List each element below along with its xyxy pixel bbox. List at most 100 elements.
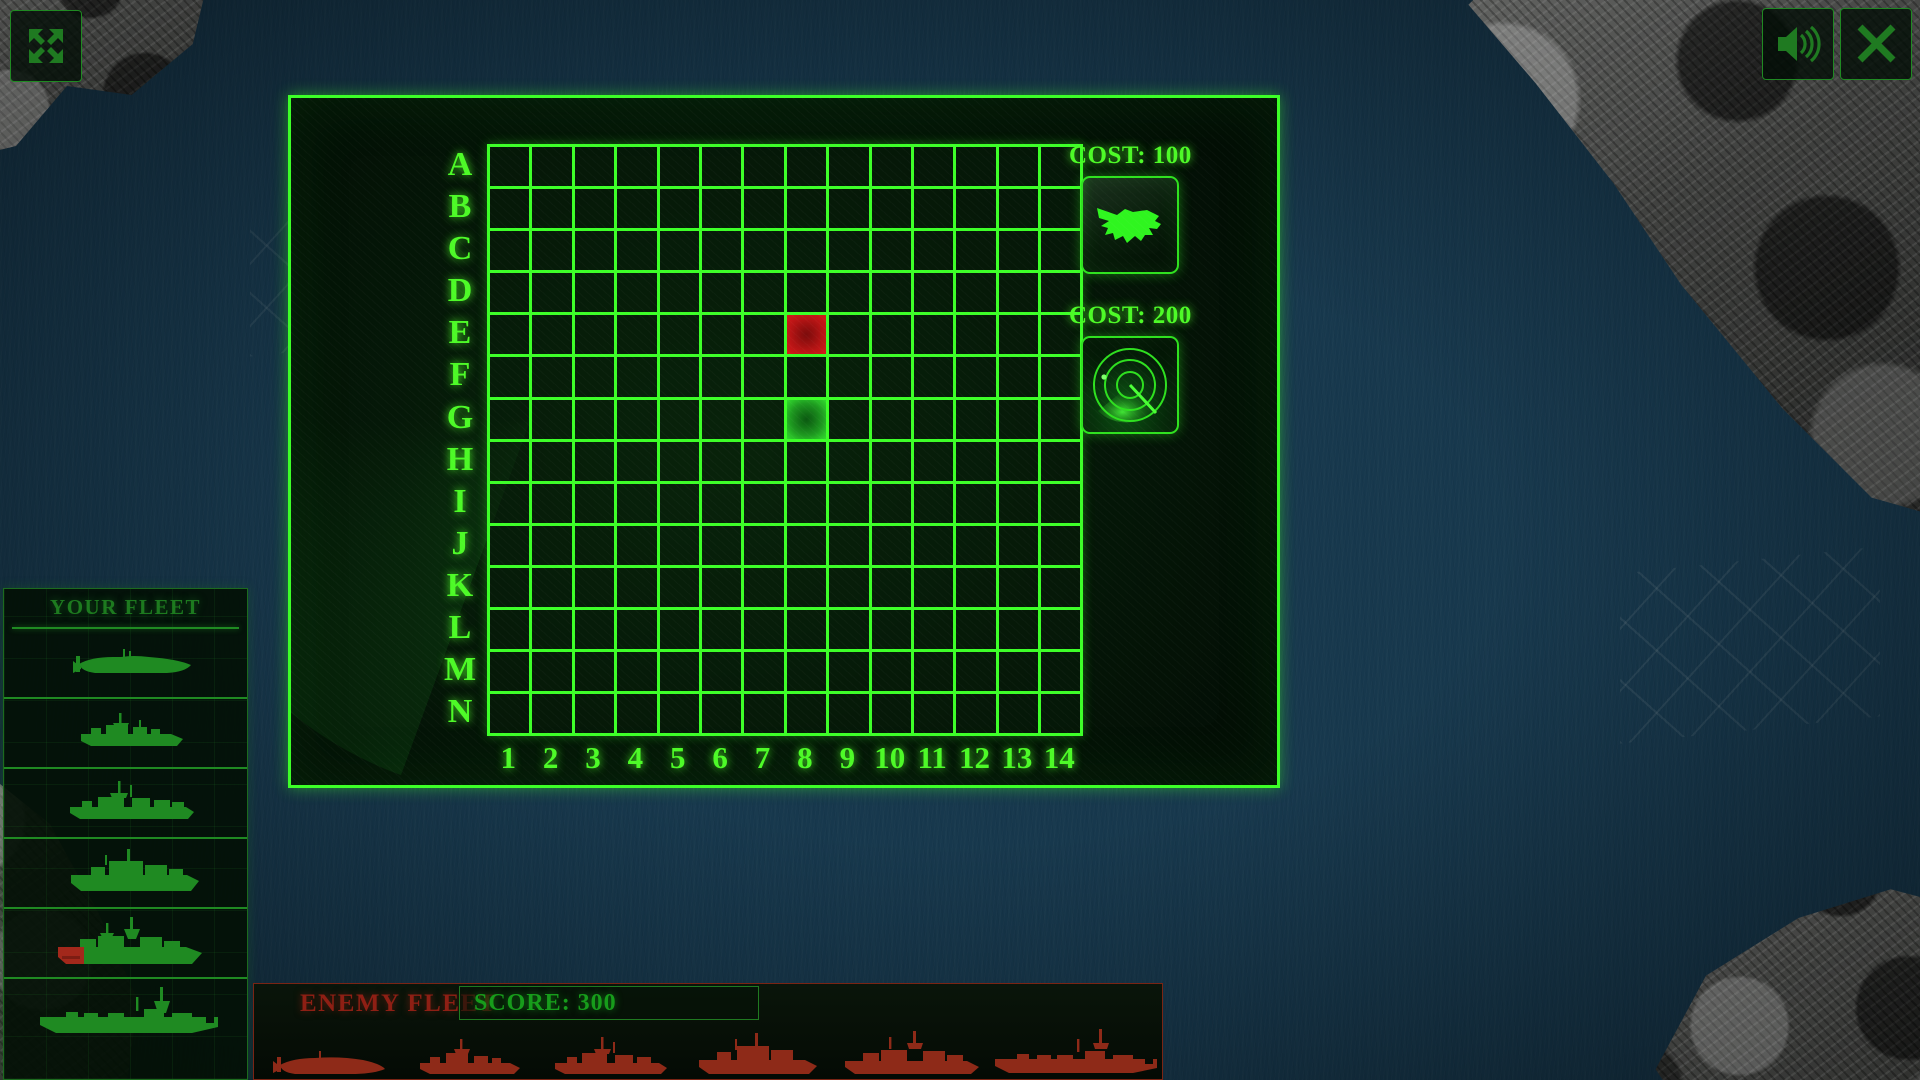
grid-cell-F3[interactable] — [574, 357, 618, 400]
grid-cell-I2[interactable] — [532, 483, 575, 526]
grid-cell-B4[interactable] — [617, 189, 660, 232]
grid-cell-A12[interactable] — [956, 147, 999, 190]
grid-cell-L12[interactable] — [956, 610, 999, 653]
grid-cell-F7[interactable] — [744, 357, 787, 400]
close-button[interactable] — [1840, 8, 1912, 80]
grid-cell-N9[interactable] — [829, 694, 872, 737]
grid-cell-M9[interactable] — [829, 652, 872, 695]
grid-cell-E4[interactable] — [617, 315, 660, 358]
grid-cell-K3[interactable] — [574, 567, 618, 611]
grid-cell-J10[interactable] — [871, 525, 914, 568]
grid-cell-J14[interactable] — [1041, 525, 1084, 568]
grid-cell-M2[interactable] — [532, 652, 575, 695]
grid-cell-A10[interactable] — [871, 147, 914, 190]
grid-cell-G6[interactable] — [701, 399, 745, 442]
grid-cell-B10[interactable] — [871, 189, 914, 232]
grid-cell-E11[interactable] — [913, 315, 957, 358]
grid-cell-M10[interactable] — [871, 652, 914, 695]
grid-cell-E7[interactable] — [744, 315, 787, 358]
grid-cell-M4[interactable] — [617, 652, 660, 695]
grid-cell-G8[interactable] — [786, 399, 830, 442]
grid-cell-C7[interactable] — [744, 231, 787, 274]
grid-cell-C6[interactable] — [701, 231, 745, 274]
grid-cell-H11[interactable] — [913, 441, 957, 484]
grid-cell-N11[interactable] — [913, 694, 957, 737]
grid-cell-I4[interactable] — [617, 483, 660, 526]
grid-cell-B7[interactable] — [744, 189, 787, 232]
grid-cell-G11[interactable] — [913, 399, 957, 442]
grid-cell-G2[interactable] — [532, 399, 575, 442]
grid-cell-D13[interactable] — [998, 273, 1042, 316]
grid-cell-H4[interactable] — [617, 441, 660, 484]
grid-cell-F12[interactable] — [956, 357, 999, 400]
grid-cell-F5[interactable] — [659, 357, 702, 400]
grid-cell-G7[interactable] — [744, 399, 787, 442]
grid-cell-H12[interactable] — [956, 441, 999, 484]
grid-cell-A4[interactable] — [617, 147, 660, 190]
grid-cell-D11[interactable] — [913, 273, 957, 316]
grid-cell-M5[interactable] — [659, 652, 702, 695]
grid-cell-N6[interactable] — [701, 694, 745, 737]
grid-cell-I11[interactable] — [913, 483, 957, 526]
grid-cell-F11[interactable] — [913, 357, 957, 400]
grid-cell-J7[interactable] — [744, 525, 787, 568]
grid-cell-F10[interactable] — [871, 357, 914, 400]
grid-cell-M3[interactable] — [574, 652, 618, 695]
grid-cell-K11[interactable] — [913, 567, 957, 611]
grid-cell-M12[interactable] — [956, 652, 999, 695]
grid-cell-N1[interactable] — [490, 694, 533, 737]
grid-cell-D4[interactable] — [617, 273, 660, 316]
grid-cell-D10[interactable] — [871, 273, 914, 316]
grid-cell-L14[interactable] — [1041, 610, 1084, 653]
grid-cell-C3[interactable] — [574, 231, 618, 274]
grid-cell-E12[interactable] — [956, 315, 999, 358]
grid-cell-I10[interactable] — [871, 483, 914, 526]
grid-cell-I14[interactable] — [1041, 483, 1084, 526]
grid-cell-A1[interactable] — [490, 147, 533, 190]
grid-cell-C10[interactable] — [871, 231, 914, 274]
grid-cell-J6[interactable] — [701, 525, 745, 568]
grid-cell-L8[interactable] — [786, 610, 830, 653]
grid-cell-I8[interactable] — [786, 483, 830, 526]
grid-cell-K10[interactable] — [871, 567, 914, 611]
grid-cell-I13[interactable] — [998, 483, 1042, 526]
grid-cell-B12[interactable] — [956, 189, 999, 232]
grid-cell-N14[interactable] — [1041, 694, 1084, 737]
grid-cell-A3[interactable] — [574, 147, 618, 190]
grid-cell-C9[interactable] — [829, 231, 872, 274]
grid-cell-F2[interactable] — [532, 357, 575, 400]
grid-cell-H13[interactable] — [998, 441, 1042, 484]
grid-cell-I9[interactable] — [829, 483, 872, 526]
grid-cell-F4[interactable] — [617, 357, 660, 400]
grid-cell-E3[interactable] — [574, 315, 618, 358]
grid-cell-C8[interactable] — [786, 231, 830, 274]
grid-cell-E9[interactable] — [829, 315, 872, 358]
grid-cell-H14[interactable] — [1041, 441, 1084, 484]
battle-grid[interactable] — [487, 144, 1084, 737]
grid-cell-J1[interactable] — [490, 525, 533, 568]
grid-cell-I3[interactable] — [574, 483, 618, 526]
fullscreen-button[interactable] — [10, 10, 82, 82]
grid-cell-G4[interactable] — [617, 399, 660, 442]
grid-cell-N13[interactable] — [998, 694, 1042, 737]
grid-cell-E10[interactable] — [871, 315, 914, 358]
grid-cell-A6[interactable] — [701, 147, 745, 190]
grid-cell-M13[interactable] — [998, 652, 1042, 695]
grid-cell-C14[interactable] — [1041, 231, 1084, 274]
grid-cell-B1[interactable] — [490, 189, 533, 232]
grid-cell-N8[interactable] — [786, 694, 830, 737]
grid-cell-K1[interactable] — [490, 567, 533, 611]
grid-cell-L7[interactable] — [744, 610, 787, 653]
grid-cell-J12[interactable] — [956, 525, 999, 568]
grid-cell-E13[interactable] — [998, 315, 1042, 358]
grid-cell-J9[interactable] — [829, 525, 872, 568]
grid-cell-I12[interactable] — [956, 483, 999, 526]
grid-cell-K14[interactable] — [1041, 567, 1084, 611]
grid-cell-J4[interactable] — [617, 525, 660, 568]
grid-cell-E8[interactable] — [786, 315, 830, 358]
grid-cell-L6[interactable] — [701, 610, 745, 653]
grid-cell-D12[interactable] — [956, 273, 999, 316]
grid-cell-N3[interactable] — [574, 694, 618, 737]
grid-cell-L13[interactable] — [998, 610, 1042, 653]
grid-cell-K2[interactable] — [532, 567, 575, 611]
